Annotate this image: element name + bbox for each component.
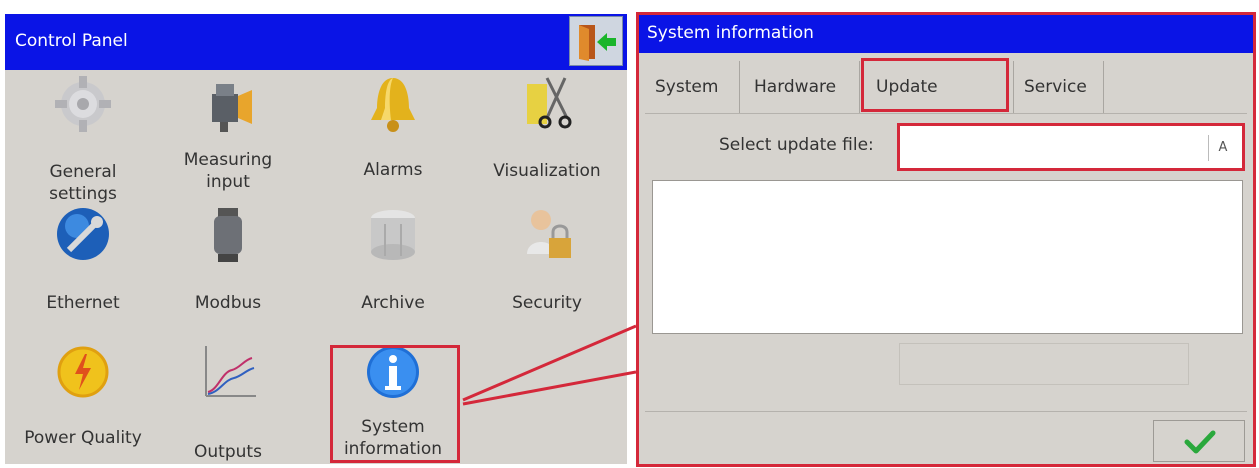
start-update-button[interactable] bbox=[899, 343, 1189, 385]
update-log-area bbox=[652, 180, 1243, 334]
footer-divider bbox=[645, 411, 1247, 412]
keyboard-button[interactable]: A bbox=[1208, 135, 1237, 161]
update-file-field[interactable]: A bbox=[897, 123, 1245, 171]
update-file-value[interactable] bbox=[906, 132, 1206, 162]
system-information-title: System information bbox=[647, 23, 814, 43]
system-information-title-bar: System information bbox=[639, 15, 1253, 53]
tab-hardware[interactable]: Hardware bbox=[740, 61, 860, 113]
checkmark-icon bbox=[1184, 430, 1216, 454]
keyboard-icon: A bbox=[1218, 140, 1228, 155]
highlight-update-tab bbox=[861, 58, 1009, 112]
tab-service[interactable]: Service bbox=[1014, 61, 1104, 113]
ok-button[interactable] bbox=[1153, 420, 1245, 462]
system-information-window: System information System Hardware Updat… bbox=[636, 12, 1256, 467]
tab-system[interactable]: System bbox=[645, 61, 740, 113]
tabs-divider bbox=[645, 113, 1247, 114]
select-update-file-label: Select update file: bbox=[719, 135, 874, 155]
